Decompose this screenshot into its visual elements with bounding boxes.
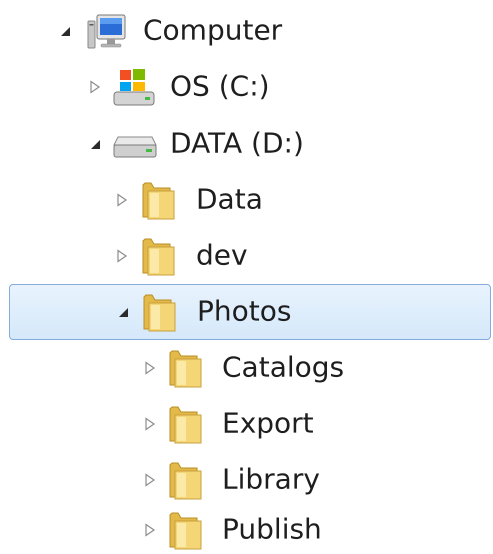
- tree-item-label: Library: [222, 462, 320, 496]
- computer-icon: [87, 14, 126, 49]
- collapse-arrow-icon[interactable]: [88, 80, 102, 94]
- folder-icon: [169, 512, 202, 550]
- collapse-arrow-icon[interactable]: [115, 249, 129, 263]
- folder-icon: [169, 350, 202, 388]
- windows-drive-icon: [113, 69, 155, 106]
- tree-item-publish[interactable]: Publish: [0, 506, 493, 554]
- expand-arrow-icon[interactable]: [58, 24, 72, 38]
- tree-item-computer[interactable]: Computer: [0, 3, 493, 59]
- folder-icon: [142, 238, 175, 276]
- collapse-arrow-icon[interactable]: [143, 473, 157, 487]
- tree-item-catalogs[interactable]: Catalogs: [0, 340, 493, 396]
- hard-drive-icon: [113, 136, 157, 158]
- expand-arrow-icon[interactable]: [88, 137, 102, 151]
- tree-item-label: OS (C:): [170, 69, 270, 103]
- tree-item-label: Publish: [222, 512, 322, 546]
- tree-item-data[interactable]: Data: [0, 172, 493, 228]
- tree-item-label: Computer: [143, 13, 283, 47]
- tree-item-label: Catalogs: [222, 350, 345, 384]
- tree-item-label: Export: [222, 406, 314, 440]
- tree-item-label: Data: [196, 182, 263, 216]
- folder-icon: [169, 406, 202, 444]
- tree-item-label: dev: [196, 238, 248, 272]
- tree-item-data-d[interactable]: DATA (D:): [0, 116, 493, 172]
- tree-item-dev[interactable]: dev: [0, 228, 493, 284]
- tree-item-label: DATA (D:): [170, 126, 304, 160]
- expand-arrow-icon[interactable]: [116, 305, 130, 319]
- tree-item-export[interactable]: Export: [0, 396, 493, 452]
- collapse-arrow-icon[interactable]: [143, 523, 157, 537]
- folder-icon: [143, 294, 176, 332]
- collapse-arrow-icon[interactable]: [115, 193, 129, 207]
- collapse-arrow-icon[interactable]: [143, 361, 157, 375]
- tree-item-library[interactable]: Library: [0, 452, 493, 508]
- folder-icon: [142, 182, 175, 220]
- tree-item-photos[interactable]: Photos: [9, 284, 491, 340]
- tree-item-os-c[interactable]: OS (C:): [0, 59, 493, 115]
- tree-item-label: Photos: [197, 294, 292, 328]
- folder-tree: Computer OS (C:) DATA (D:) Data dev Phot…: [0, 0, 493, 554]
- collapse-arrow-icon[interactable]: [143, 417, 157, 431]
- folder-icon: [169, 462, 202, 500]
